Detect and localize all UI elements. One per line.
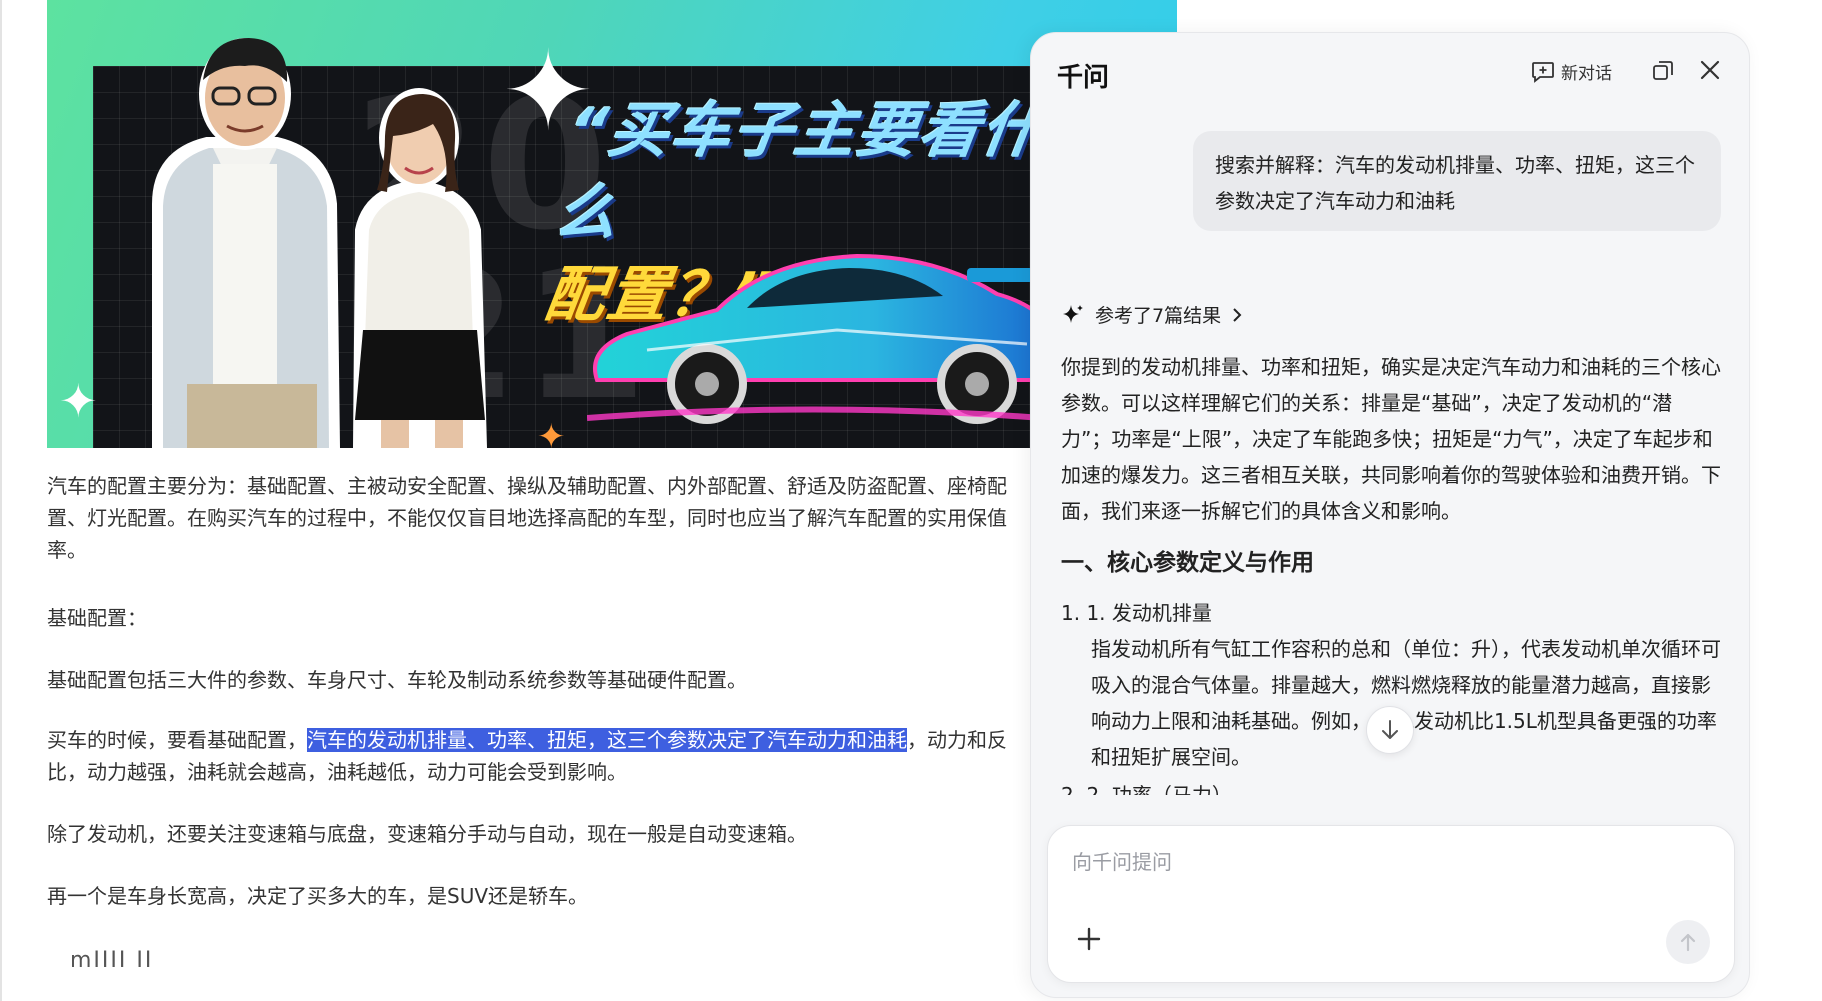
add-attachment-button[interactable] bbox=[1070, 920, 1108, 958]
page-edge bbox=[0, 0, 2, 1001]
sparkle-icon bbox=[1063, 304, 1083, 323]
article-paragraph: 基础配置包括三大件的参数、车身尺寸、车轮及制动系统参数等基础硬件配置。 bbox=[47, 668, 747, 692]
plus-icon bbox=[1077, 927, 1101, 951]
sparkle-icon: ✦ bbox=[537, 417, 566, 448]
new-chat-button[interactable]: 新对话 bbox=[1531, 59, 1612, 84]
chat-input[interactable] bbox=[1072, 850, 1652, 874]
list-item-title: 1. 1. 发动机排量 bbox=[1061, 601, 1212, 625]
article-banner-image: 20 21 “买车子主要看什么 配置？” ✦ ✦ ✦ bbox=[47, 0, 1177, 448]
race-car-image bbox=[587, 253, 1067, 424]
new-chat-label: 新对话 bbox=[1561, 64, 1612, 84]
article-paragraph: 买车的时候，要看基础配置，汽车的发动机排量、功率、扭矩，这三个参数决定了汽车动力… bbox=[47, 724, 1037, 788]
sparkle-icon: ✦ bbox=[59, 374, 98, 428]
panel-title: 千问 bbox=[1057, 63, 1110, 93]
send-button[interactable] bbox=[1666, 920, 1710, 964]
article-paragraph: 基础配置： bbox=[47, 606, 147, 630]
references-label: 参考了7篇结果 bbox=[1095, 305, 1222, 327]
text-run: 买车的时候，要看基础配置， bbox=[47, 728, 307, 752]
message-composer bbox=[1047, 825, 1735, 983]
woman-figure bbox=[352, 88, 488, 448]
close-icon bbox=[1700, 60, 1720, 80]
expand-window-button[interactable] bbox=[1651, 59, 1675, 83]
selected-text-highlight[interactable]: 汽车的发动机排量、功率、扭矩，这三个参数决定了汽车动力和油耗 bbox=[307, 728, 907, 752]
man-figure bbox=[152, 38, 341, 448]
close-panel-button[interactable] bbox=[1697, 57, 1723, 83]
new-chat-icon bbox=[1532, 61, 1554, 83]
partial-text-fragment: mIIII II bbox=[70, 948, 154, 973]
user-message-bubble: 搜索并解释：汽车的发动机排量、功率、扭矩，这三个参数决定了汽车动力和油耗 bbox=[1193, 131, 1721, 231]
assistant-chat-panel: 千问 新对话 搜索并解释：汽车的发动机排量、功率、扭矩，这三个参数决定了汽车动力… bbox=[1030, 32, 1750, 998]
expand-window-icon bbox=[1653, 61, 1673, 80]
article-paragraph: 汽车的配置主要分为：基础配置、主被动安全配置、操纵及辅助配置、内外部配置、舒适及… bbox=[47, 474, 1007, 562]
article-paragraph: 再一个是车身长宽高，决定了买多大的车，是SUV还是轿车。 bbox=[47, 884, 589, 908]
article-paragraph: 除了发动机，还要关注变速箱与底盘，变速箱分手动与自动，现在一般是自动变速箱。 bbox=[47, 822, 807, 846]
sparkle-icon: ✦ bbox=[502, 27, 595, 155]
answer-intro: 你提到的发动机排量、功率和扭矩，确实是决定汽车动力和油耗的三个核心参数。可以这样… bbox=[1061, 355, 1721, 523]
answer-list-item-partial: 2. 2. 功率（马力） bbox=[1061, 783, 1232, 795]
chevron-right-icon bbox=[1233, 307, 1242, 322]
references-toggle[interactable]: 参考了7篇结果 bbox=[1061, 301, 1243, 328]
arrow-up-icon bbox=[1680, 933, 1696, 952]
arrow-down-icon bbox=[1382, 720, 1398, 739]
answer-section-heading: 一、核心参数定义与作用 bbox=[1061, 550, 1314, 576]
scroll-to-bottom-button[interactable] bbox=[1366, 706, 1414, 754]
